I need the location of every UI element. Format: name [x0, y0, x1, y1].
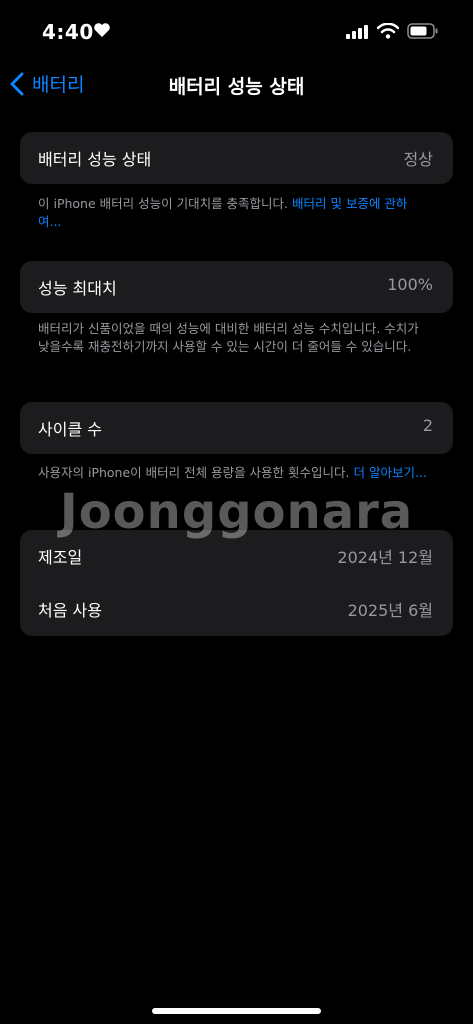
cycle-count-card: 사이클 수 2	[20, 402, 453, 454]
battery-info-card: 제조일 2024년 12월 처음 사용 2025년 6월	[20, 530, 453, 636]
battery-health-card: 배터리 성능 상태 정상	[20, 132, 453, 184]
cycle-count-label: 사이클 수	[38, 420, 102, 439]
home-indicator[interactable]	[152, 1008, 321, 1014]
watermark: Joonggonara	[59, 484, 414, 540]
cycle-count-value: 2	[422, 416, 433, 435]
heart-icon	[93, 22, 111, 42]
page-title: 배터리 성능 상태	[168, 76, 305, 98]
max-capacity-note: 배터리가 신품이었을 때의 성능에 대비한 배터리 성능 수치입니다. 수치가 …	[38, 321, 419, 354]
status-time: 4:40	[42, 20, 94, 44]
wifi-icon	[376, 22, 400, 43]
cycle-count-note-text: 사용자의 iPhone이 배터리 전체 용량을 사용한 횟수입니다.	[38, 465, 354, 480]
learn-more-link[interactable]: 더 알아보기...	[353, 465, 426, 480]
first-use-row: 처음 사용 2025년 6월	[20, 583, 453, 635]
cellular-signal-icon	[346, 24, 370, 43]
manufactured-label: 제조일	[38, 548, 83, 567]
max-capacity-value: 100%	[387, 275, 433, 294]
battery-icon	[407, 22, 439, 44]
max-capacity-row: 성능 최대치 100%	[20, 261, 453, 313]
navigation-bar: 배터리 배터리 성능 상태	[0, 62, 473, 106]
cycle-count-row: 사이클 수 2	[20, 402, 453, 454]
max-capacity-card: 성능 최대치 100%	[20, 261, 453, 313]
manufactured-value: 2024년 12월	[337, 548, 433, 567]
battery-health-value: 정상	[403, 150, 433, 169]
battery-health-label: 배터리 성능 상태	[38, 150, 152, 169]
cycle-count-note: 사용자의 iPhone이 배터리 전체 용량을 사용한 횟수입니다. 더 알아보…	[38, 464, 428, 482]
battery-health-row: 배터리 성능 상태 정상	[20, 132, 453, 184]
first-use-value: 2025년 6월	[347, 601, 433, 620]
battery-health-note-text: 이 iPhone 배터리 성능이 기대치를 충족합니다.	[38, 196, 293, 211]
battery-health-note: 이 iPhone 배터리 성능이 기대치를 충족합니다. 배터리 및 보증에 관…	[38, 195, 428, 231]
status-bar: 4:40	[0, 0, 473, 60]
max-capacity-label: 성능 최대치	[38, 279, 117, 298]
first-use-label: 처음 사용	[38, 601, 102, 620]
